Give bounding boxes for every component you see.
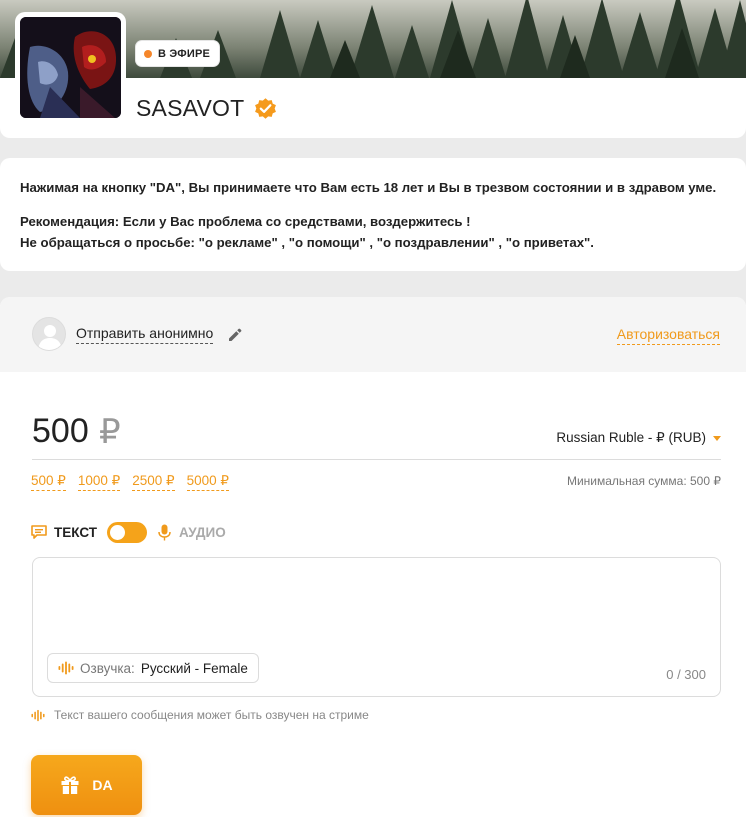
sound-wave-icon xyxy=(58,661,74,675)
currency-sign: ₽ xyxy=(99,413,121,451)
preset-amount-5000[interactable]: 5000 ₽ xyxy=(186,473,229,491)
message-textarea[interactable]: Озвучка: Русский - Female 0 / 300 xyxy=(32,557,721,697)
notice-age-confirmation: Нажимая на кнопку "DA", Вы принимаете чт… xyxy=(20,180,717,195)
preset-amount-2500[interactable]: 2500 ₽ xyxy=(132,473,175,491)
live-dot-icon xyxy=(144,49,152,58)
mode-audio-label[interactable]: АУДИО xyxy=(179,525,226,540)
message-mode-row: ТЕКСТ АУДИО xyxy=(31,521,226,543)
gift-icon xyxy=(61,776,79,794)
donate-submit-label: DA xyxy=(92,777,113,793)
character-counter: 0 / 300 xyxy=(666,667,706,682)
amount-input-row[interactable]: 500 ₽ Russian Ruble - ₽ (RUB) xyxy=(32,410,721,460)
currency-select[interactable]: Russian Ruble - ₽ (RUB) xyxy=(556,430,721,446)
live-badge: В ЭФИРЕ xyxy=(136,41,220,66)
donation-form: Отправить анонимно Авторизоваться 500 ₽ … xyxy=(0,297,746,817)
minimum-amount-note: Минимальная сумма: 500 ₽ xyxy=(566,474,721,488)
preset-amount-500[interactable]: 500 ₽ xyxy=(31,473,66,491)
pencil-icon[interactable] xyxy=(228,328,242,342)
message-icon xyxy=(31,525,47,539)
voice-hint-text: Текст вашего сообщения может быть озвуче… xyxy=(54,708,369,722)
verified-badge-icon xyxy=(255,98,276,119)
toggle-knob xyxy=(109,524,125,540)
notice-card: Нажимая на кнопку "DA", Вы принимаете чт… xyxy=(0,158,746,271)
amount-presets: 500 ₽ 1000 ₽ 2500 ₽ 5000 ₽ xyxy=(31,473,229,491)
donate-submit-button[interactable]: DA xyxy=(31,755,142,815)
amount-input[interactable]: 500 xyxy=(32,412,89,451)
mode-text-label: ТЕКСТ xyxy=(54,524,97,540)
notice-recommendation: Рекомендация: Если у Вас проблема со сре… xyxy=(20,214,471,229)
notice-restrictions: Не обращаться о просьбе: "о рекламе" , "… xyxy=(20,235,594,250)
sound-wave-icon xyxy=(31,709,45,721)
send-anonymously-link[interactable]: Отправить анонимно xyxy=(76,325,214,344)
streamer-avatar xyxy=(20,17,121,118)
preset-amount-1000[interactable]: 1000 ₽ xyxy=(77,473,121,491)
anonymous-avatar-icon xyxy=(32,317,66,351)
login-link[interactable]: Авторизоваться xyxy=(616,326,720,345)
donation-header: Отправить анонимно Авторизоваться xyxy=(0,297,746,372)
voice-select-label: Озвучка: xyxy=(80,660,135,676)
live-badge-label: В ЭФИРЕ xyxy=(158,47,211,60)
text-audio-toggle[interactable] xyxy=(106,521,147,543)
streamer-avatar-frame xyxy=(15,12,126,123)
voice-select-value: Русский - Female xyxy=(140,660,248,676)
currency-select-value: Russian Ruble - ₽ (RUB) xyxy=(556,430,706,445)
voice-select[interactable]: Озвучка: Русский - Female xyxy=(47,653,259,683)
profile-card: В ЭФИРЕ SASAVOT xyxy=(0,0,746,138)
streamer-name: SASAVOT xyxy=(136,95,245,121)
microphone-icon xyxy=(158,524,171,540)
voice-hint: Текст вашего сообщения может быть озвуче… xyxy=(31,708,369,722)
caret-down-icon xyxy=(713,435,721,441)
